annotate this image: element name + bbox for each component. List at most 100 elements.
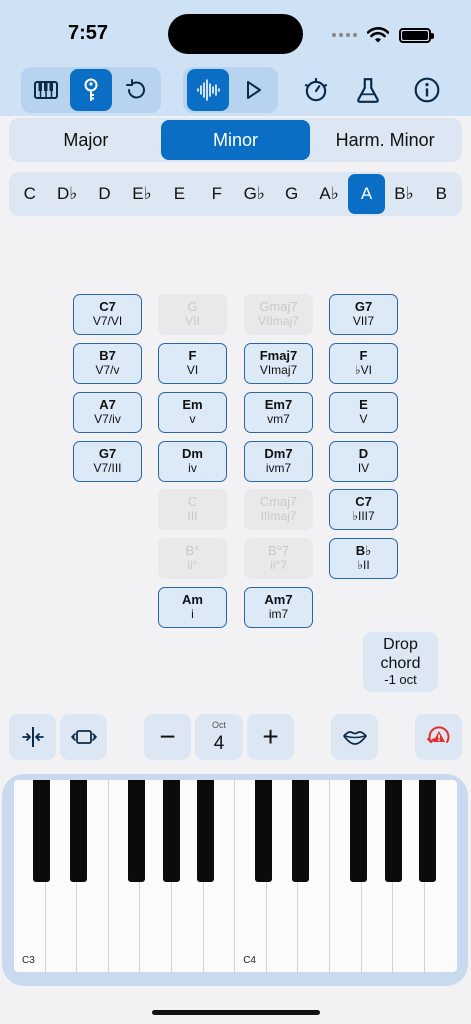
chord-button[interactable]: G7 V7/III — [73, 441, 142, 482]
chord-degree: ♭II — [357, 558, 370, 573]
drop-chord-label-2: chord — [380, 654, 421, 672]
black-key[interactable] — [197, 780, 214, 882]
chord-name: C — [187, 494, 198, 510]
chord-name: Dm — [182, 446, 203, 462]
key-option[interactable]: D — [86, 174, 123, 214]
play-button[interactable] — [233, 69, 275, 111]
chord-name: Gmaj7 — [259, 299, 298, 315]
piano-keyboard: C3 C4 — [14, 780, 457, 972]
chord-name: F — [188, 348, 197, 364]
drop-chord-label-1: Drop — [383, 636, 418, 654]
octave-value: 4 — [213, 733, 225, 754]
piano-button[interactable] — [25, 69, 66, 111]
octave-up-button[interactable]: + — [247, 714, 294, 760]
black-key[interactable] — [33, 780, 50, 882]
waveform-button[interactable] — [187, 69, 229, 111]
flask-button[interactable] — [347, 69, 389, 111]
chord-button[interactable]: Dm7 ivm7 — [244, 441, 313, 482]
chord-button[interactable]: Em v — [158, 392, 227, 433]
key-option[interactable]: F — [198, 174, 235, 214]
chord-button[interactable]: B♭ ♭II — [329, 538, 398, 579]
key-icon — [84, 78, 98, 101]
chord-button[interactable]: B7 V7/v — [73, 343, 142, 384]
chord-button-disabled: C III — [158, 489, 227, 530]
key-option[interactable]: C — [11, 174, 48, 214]
chord-name: G7 — [98, 446, 117, 462]
key-option[interactable]: E♭ — [123, 174, 160, 214]
key-option[interactable]: G — [273, 174, 310, 214]
piano-icon — [33, 81, 58, 99]
chord-degree: VII7 — [352, 314, 375, 329]
black-key[interactable] — [350, 780, 367, 882]
expand-icon — [70, 730, 97, 744]
key-option-selected[interactable]: A — [347, 174, 386, 214]
chord-button[interactable]: EV — [329, 392, 398, 433]
key-option[interactable]: D♭ — [48, 174, 85, 214]
black-key[interactable] — [128, 780, 145, 882]
lips-button[interactable] — [331, 714, 378, 760]
compress-button[interactable] — [9, 714, 56, 760]
minus-icon: − — [159, 721, 176, 752]
key-selector: C D♭ D E♭ E F G♭ G A♭ A B♭ B — [9, 172, 462, 216]
chord-name: B7 — [99, 348, 116, 364]
chord-name: G7 — [354, 299, 373, 315]
octave-down-button[interactable]: − — [144, 714, 191, 760]
chord-button-disabled: G VII — [158, 294, 227, 335]
chord-degree: ♭VI — [355, 363, 372, 378]
metronome-icon — [304, 78, 328, 102]
info-button[interactable] — [406, 69, 448, 111]
octave-display: Oct 4 — [195, 714, 243, 760]
chord-degree: v — [189, 412, 196, 427]
chord-button[interactable]: Am i — [158, 587, 227, 628]
chord-name: A7 — [99, 397, 116, 413]
wifi-icon — [367, 27, 389, 43]
key-option[interactable]: E — [161, 174, 198, 214]
undo-button[interactable] — [116, 69, 157, 111]
chord-button[interactable]: Em7 vm7 — [244, 392, 313, 433]
chord-degree: VImaj7 — [259, 363, 298, 378]
chord-button[interactable]: D IV — [329, 441, 398, 482]
chord-button[interactable]: C7 V7/VI — [73, 294, 142, 335]
scale-option-minor[interactable]: Minor — [160, 120, 311, 160]
dynamic-island — [168, 14, 303, 54]
scale-option-harmonic-minor[interactable]: Harm. Minor — [310, 120, 460, 160]
key-option[interactable]: B — [423, 174, 460, 214]
metronome-button[interactable] — [295, 69, 337, 111]
chord-degree: iv — [188, 461, 197, 476]
black-key[interactable] — [419, 780, 436, 882]
chord-name: Dm7 — [264, 446, 293, 462]
chord-button-disabled: B°7 ii°7 — [244, 538, 313, 579]
alert-button[interactable] — [415, 714, 462, 760]
chord-button[interactable]: Dm iv — [158, 441, 227, 482]
black-key[interactable] — [70, 780, 87, 882]
chord-button-disabled: B° ii° — [158, 538, 227, 579]
black-key[interactable] — [385, 780, 402, 882]
scale-option-major[interactable]: Major — [11, 120, 161, 160]
chord-degree: ivm7 — [265, 461, 292, 476]
chord-button[interactable]: F VI — [158, 343, 227, 384]
key-option[interactable]: G♭ — [236, 174, 273, 214]
chord-name: Cmaj7 — [259, 494, 298, 510]
expand-button[interactable] — [60, 714, 107, 760]
drop-chord-button[interactable]: Drop chord -1 oct — [363, 632, 438, 692]
chord-degree: V7/iv — [94, 412, 121, 427]
chord-button[interactable]: F ♭VI — [329, 343, 398, 384]
chord-button[interactable]: Fmaj7 VImaj7 — [244, 343, 313, 384]
key-button[interactable] — [70, 69, 112, 111]
octave-label: Oct — [211, 720, 226, 730]
chord-name: C7 — [355, 494, 372, 510]
black-key[interactable] — [163, 780, 180, 882]
chord-degree: i — [191, 607, 194, 622]
chord-name: Am — [182, 592, 203, 608]
home-indicator — [152, 1010, 320, 1015]
chord-button[interactable]: C7 ♭III7 — [329, 489, 398, 530]
chord-degree: im7 — [268, 607, 289, 622]
chord-button[interactable]: A7 V7/iv — [73, 392, 142, 433]
key-option[interactable]: B♭ — [385, 174, 422, 214]
key-option[interactable]: A♭ — [310, 174, 347, 214]
chord-degree: ♭III7 — [352, 509, 375, 524]
chord-button[interactable]: Am7 im7 — [244, 587, 313, 628]
black-key[interactable] — [292, 780, 309, 882]
chord-button[interactable]: G7 VII7 — [329, 294, 398, 335]
black-key[interactable] — [255, 780, 272, 882]
